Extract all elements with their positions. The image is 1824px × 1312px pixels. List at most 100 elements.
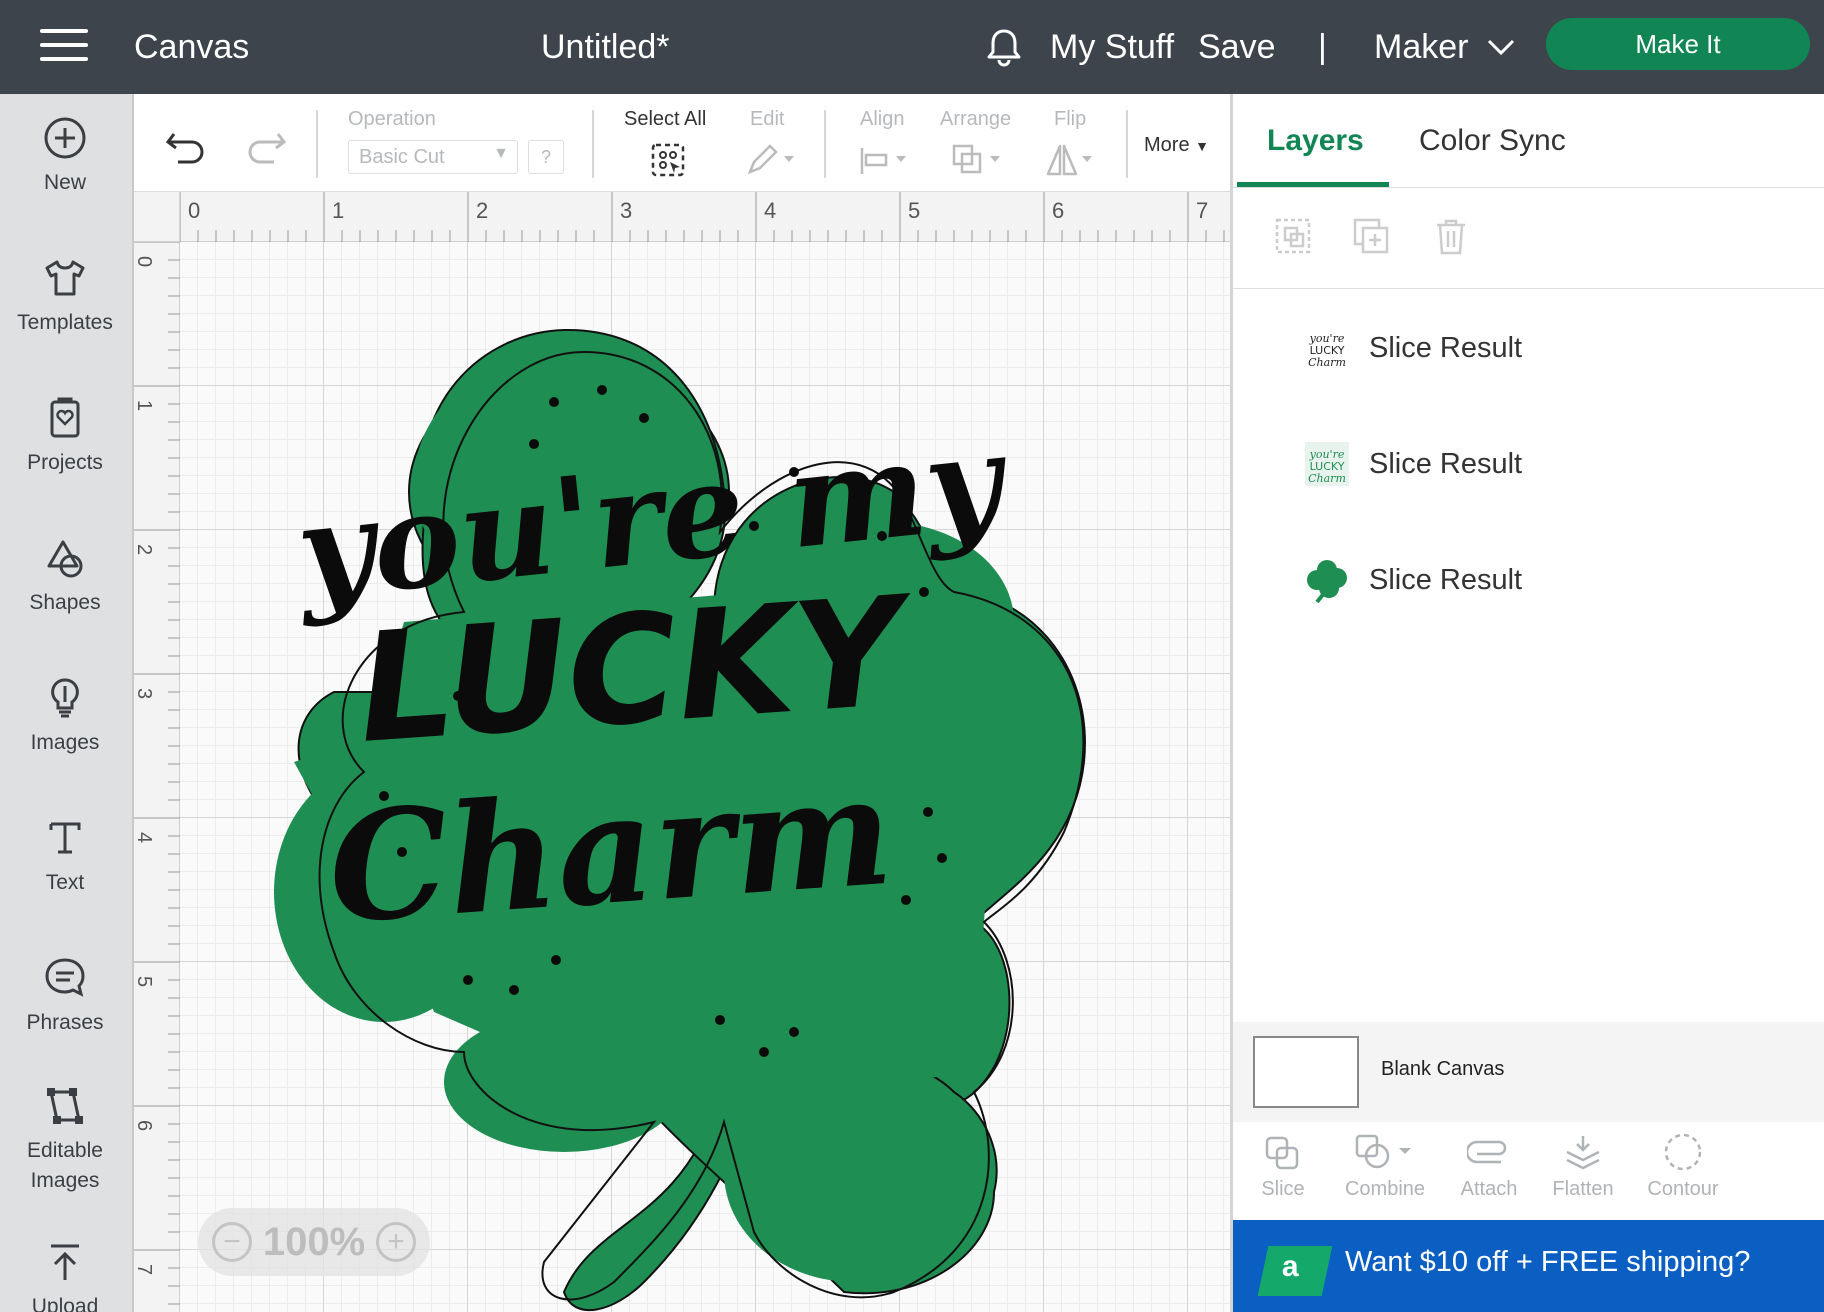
document-title[interactable]: Untitled* — [541, 0, 670, 94]
sidebar-item-images[interactable]: Images — [0, 676, 130, 758]
flatten-label: Flatten — [1552, 1178, 1614, 1200]
sidebar-item-label: Phrases — [26, 1011, 104, 1034]
shamrock-artwork[interactable]: you're my LUCKY Charm — [234, 292, 1214, 1312]
combine-button[interactable]: Combine — [1329, 1132, 1441, 1201]
zoom-out-button[interactable]: − — [212, 1222, 252, 1262]
layer-name: Slice Result — [1369, 563, 1523, 596]
design-canvas[interactable]: 0 1 2 3 4 5 6 7 0 1 2 3 4 5 6 7 you're m… — [134, 192, 1230, 1312]
toolbar-divider — [592, 110, 594, 178]
projects-icon — [50, 397, 80, 438]
blank-canvas-label: Blank Canvas — [1381, 1058, 1505, 1080]
paperclip-icon — [1467, 1140, 1507, 1164]
duplicate-icon[interactable] — [1351, 216, 1391, 256]
edit-label: Edit — [750, 108, 785, 130]
sidebar-item-label: Shapes — [29, 591, 101, 614]
left-sidebar: New Templates Projects Shapes Images Tex… — [0, 94, 134, 1312]
text-icon — [49, 822, 81, 854]
align-icon[interactable] — [858, 142, 914, 178]
make-it-button[interactable]: Make It — [1546, 18, 1810, 70]
sidebar-item-label: Upload — [31, 1295, 99, 1312]
bell-icon[interactable] — [984, 0, 1024, 94]
sidebar-item-shapes[interactable]: Shapes — [0, 536, 130, 618]
operation-select[interactable]: Basic Cut ▼ — [348, 140, 518, 174]
redo-icon[interactable] — [244, 128, 288, 164]
zoom-in-button[interactable]: + — [376, 1222, 416, 1262]
ruler-number: 3 — [620, 198, 633, 223]
slice-button[interactable]: Slice — [1233, 1132, 1333, 1201]
hamburger-menu-icon[interactable] — [40, 29, 88, 61]
sidebar-item-label: Text — [45, 871, 85, 894]
sidebar-item-upload[interactable]: Upload — [0, 1240, 130, 1312]
ruler-number: 4 — [134, 831, 156, 844]
sidebar-item-templates[interactable]: Templates — [0, 256, 130, 338]
ruler-number: 2 — [134, 543, 156, 556]
blank-canvas-row[interactable]: Blank Canvas — [1233, 1022, 1824, 1122]
top-bar: Canvas Untitled* My Stuff Save | Maker M… — [0, 0, 1824, 94]
sidebar-item-label: Images — [30, 731, 100, 754]
ruler-number: 4 — [764, 198, 777, 223]
layer-name: Slice Result — [1369, 447, 1523, 480]
tab-color-sync[interactable]: Color Sync — [1419, 124, 1566, 158]
layer-name: Slice Result — [1369, 331, 1523, 364]
trash-icon[interactable] — [1431, 216, 1471, 256]
edit-pencil-icon[interactable] — [744, 142, 800, 178]
save-button[interactable]: Save — [1198, 0, 1276, 94]
tab-layers[interactable]: Layers — [1267, 124, 1364, 158]
contour-button[interactable]: Contour — [1633, 1132, 1733, 1201]
layer-row[interactable]: you're LUCKY Charm Slice Result — [1303, 434, 1803, 494]
lightbulb-icon — [51, 678, 79, 718]
label-line-2: Images — [30, 1169, 100, 1192]
machine-name: Maker — [1374, 27, 1469, 66]
flatten-button[interactable]: Flatten — [1533, 1132, 1633, 1201]
arrange-icon[interactable] — [950, 142, 1006, 178]
layer-thumbnail: you'reLUCKYCharm — [1308, 332, 1346, 369]
attach-label: Attach — [1460, 1178, 1518, 1200]
flatten-icon — [1566, 1136, 1600, 1170]
more-menu[interactable]: More ▼ — [1144, 134, 1209, 157]
sidebar-item-new[interactable]: New — [0, 116, 130, 198]
attach-button[interactable]: Attach — [1439, 1132, 1539, 1201]
sidebar-item-text[interactable]: Text — [0, 816, 130, 898]
layer-row[interactable]: Slice Result — [1303, 550, 1803, 610]
ruler-number: 0 — [188, 198, 201, 223]
edit-toolbar: Operation Basic Cut ▼ ? Select All Edit … — [134, 94, 1230, 192]
contour-label: Contour — [1647, 1178, 1719, 1200]
speech-bubble-icon — [45, 958, 85, 997]
svg-text:Charm: Charm — [1308, 472, 1346, 485]
vertical-ruler: 0 1 2 3 4 5 6 7 — [134, 242, 180, 1312]
machine-selector[interactable]: Maker — [1374, 0, 1516, 94]
undo-icon[interactable] — [164, 128, 208, 164]
operation-label: Operation — [348, 108, 436, 130]
flip-icon[interactable] — [1044, 142, 1100, 178]
sidebar-item-projects[interactable]: Projects — [0, 396, 130, 478]
sidebar-item-editable-images[interactable]: Editable Images — [0, 1084, 130, 1196]
ruler-number: 1 — [134, 399, 156, 412]
upload-icon — [51, 1244, 79, 1280]
ruler-number: 7 — [1196, 198, 1209, 223]
ruler-number: 6 — [1052, 198, 1065, 223]
shamrock-thumbnail-icon — [1307, 560, 1347, 604]
group-icon[interactable] — [1273, 216, 1313, 256]
arrange-label: Arrange — [940, 108, 1012, 130]
select-all-label[interactable]: Select All — [624, 108, 706, 131]
sidebar-item-phrases[interactable]: Phrases — [0, 956, 130, 1038]
shapes-icon — [47, 540, 83, 578]
layer-row[interactable]: you're LUCKY Charm Slice Result — [1303, 318, 1803, 378]
sidebar-item-label: Projects — [27, 451, 103, 474]
app-title: Canvas — [134, 27, 250, 66]
sidebar-item-label: New — [43, 171, 86, 194]
caret-down-icon: ▼ — [1195, 138, 1209, 154]
caret-down-icon: ▼ — [493, 145, 509, 162]
ruler-number: 2 — [476, 198, 489, 223]
toolbar-divider — [1126, 110, 1128, 178]
canvas-color-swatch[interactable] — [1253, 1036, 1359, 1108]
select-all-icon[interactable] — [650, 142, 686, 178]
promo-banner[interactable]: a Want $10 off + FREE shipping? — [1233, 1220, 1824, 1312]
sidebar-item-label: Templates — [17, 311, 113, 334]
operation-help-button[interactable]: ? — [528, 140, 564, 174]
header-separator: | — [1318, 27, 1327, 66]
ruler-corner — [134, 192, 180, 242]
divider — [1233, 187, 1824, 188]
combine-label: Combine — [1344, 1178, 1426, 1200]
my-stuff-link[interactable]: My Stuff — [1050, 0, 1174, 94]
